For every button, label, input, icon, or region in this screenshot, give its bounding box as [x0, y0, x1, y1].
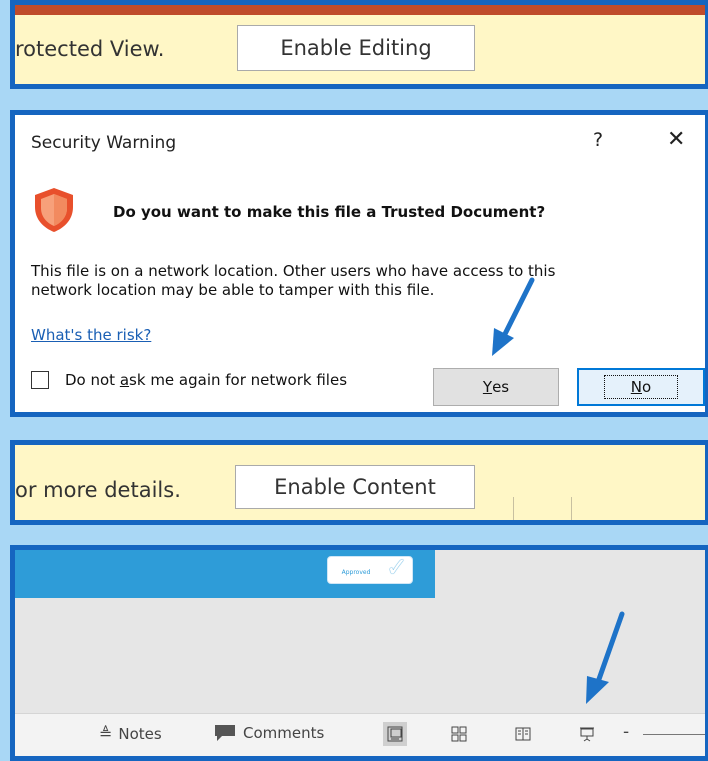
yes-accel: Y — [482, 378, 493, 396]
reading-view-icon[interactable] — [511, 722, 535, 746]
dialog-body-line-1: This file is on a network location. Othe… — [31, 262, 556, 280]
dialog-title: Security Warning — [31, 133, 177, 153]
help-button[interactable]: ? — [593, 129, 603, 151]
ribbon-strip — [15, 5, 705, 15]
close-button[interactable]: ✕ — [667, 127, 685, 152]
do-not-ask-label-post: sk me again for network files — [129, 371, 348, 389]
do-not-ask-label-pre: Do not — [65, 371, 120, 389]
zoom-slider[interactable] — [643, 734, 705, 735]
no-focus-ring: No — [603, 375, 679, 399]
enable-editing-button[interactable]: Enable Editing — [237, 25, 475, 71]
yes-rest: es — [492, 378, 510, 396]
yes-button[interactable]: Yes — [433, 368, 559, 406]
dialog-question: Do you want to make this file a Trusted … — [113, 203, 546, 221]
comment-icon — [215, 725, 235, 741]
whats-the-risk-link[interactable]: What's the risk? — [31, 326, 151, 344]
slide-sorter-icon[interactable] — [447, 722, 471, 746]
badge-text: Approved — [341, 569, 371, 576]
divider — [513, 497, 514, 520]
enable-content-bar: or more details. Enable Content — [10, 440, 708, 525]
do-not-ask-label-accel: a — [119, 371, 130, 389]
no-accel: N — [630, 378, 643, 396]
notes-label: Notes — [118, 724, 162, 743]
slide-show-icon[interactable] — [575, 722, 599, 746]
do-not-ask-label: Do not ask me again for network files — [65, 371, 347, 389]
protected-view-bar: rotected View. Enable Editing — [10, 0, 708, 89]
zoom-out-button[interactable]: - — [623, 722, 629, 742]
notes-icon: ≜ — [99, 724, 113, 743]
do-not-ask-checkbox[interactable] — [31, 371, 49, 389]
normal-view-icon[interactable] — [383, 722, 407, 746]
shield-icon — [35, 188, 73, 232]
annotation-arrow-icon — [586, 611, 625, 704]
enable-content-button[interactable]: Enable Content — [235, 465, 475, 509]
divider — [571, 497, 572, 520]
security-warning-dialog: Security Warning ? ✕ Do you want to make… — [10, 110, 708, 417]
notes-button[interactable]: ≜ Notes — [99, 724, 162, 743]
no-rest: o — [642, 378, 652, 396]
approved-badge: Approved ✓ — [327, 553, 413, 584]
checkmark-icon: ✓ — [386, 553, 408, 583]
status-bar: ≜ Notes Comments - — [15, 713, 705, 756]
comments-label: Comments — [243, 724, 325, 742]
protected-view-message: rotected View. — [15, 37, 165, 61]
annotation-arrow-icon — [492, 277, 535, 356]
dialog-body-line-2: network location may be able to tamper w… — [31, 281, 435, 299]
content-bar-message: or more details. — [15, 478, 181, 502]
comments-button[interactable]: Comments — [213, 724, 324, 742]
slide-banner: Approved ✓ — [15, 550, 435, 598]
no-button[interactable]: No — [577, 368, 705, 406]
dialog-body: This file is on a network location. Othe… — [31, 262, 691, 300]
